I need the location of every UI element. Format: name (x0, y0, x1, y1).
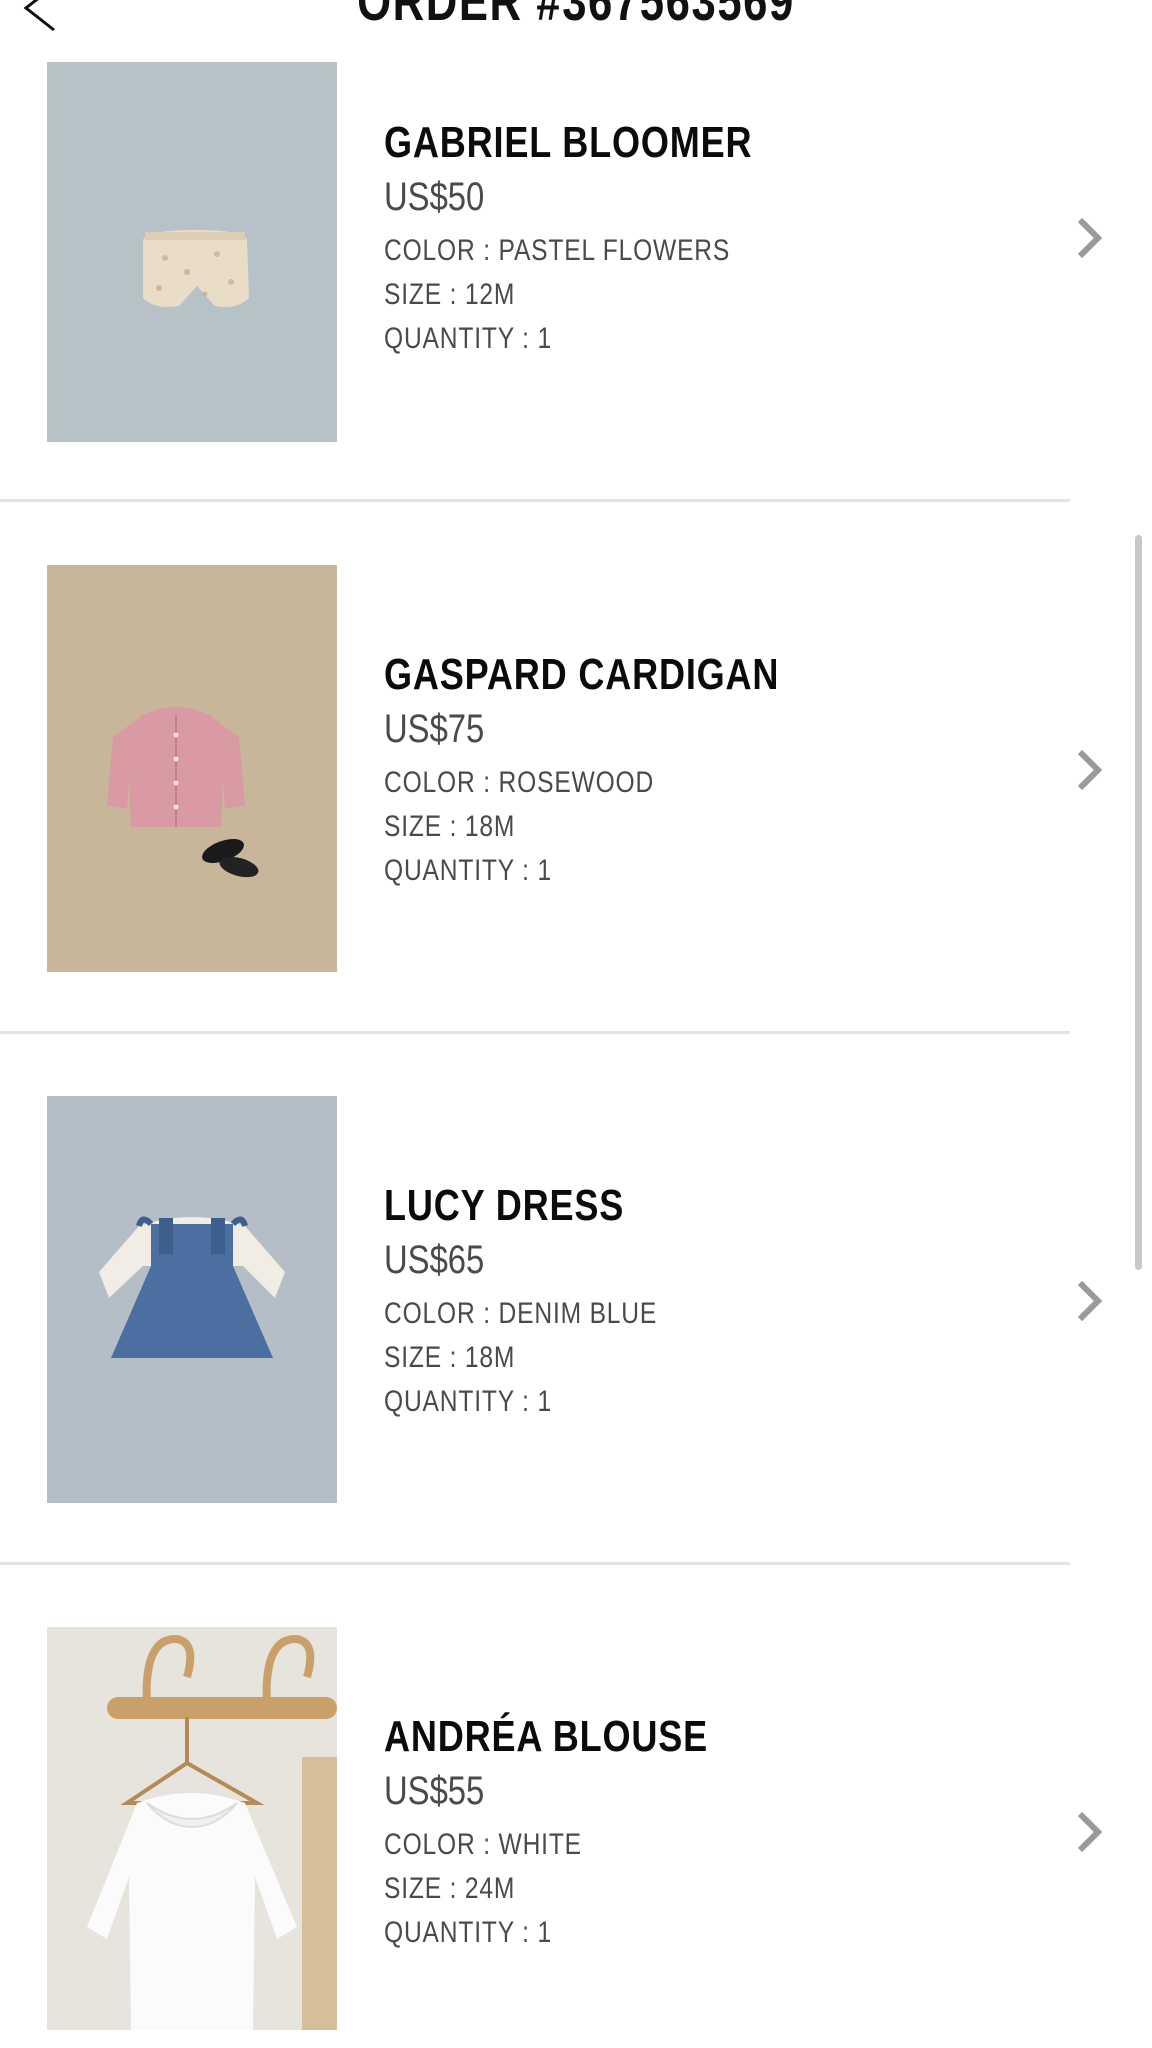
order-item-andrea-blouse[interactable]: ANDRÉA BLOUSE US$55 COLOR : WHITE SIZE :… (0, 1594, 1152, 2048)
back-button[interactable] (14, 0, 74, 38)
page-title: ORDER #367563569 (357, 0, 795, 32)
order-item-lucy-dress[interactable]: LUCY DRESS US$65 COLOR : DENIM BLUE SIZE… (0, 1063, 1152, 1595)
product-quantity: QUANTITY : 1 (384, 854, 552, 887)
product-price: US$65 (384, 1238, 485, 1282)
product-color: COLOR : DENIM BLUE (384, 1297, 658, 1330)
product-name: LUCY DRESS (384, 1181, 625, 1230)
divider (0, 499, 1070, 502)
product-color: COLOR : PASTEL FLOWERS (384, 234, 731, 267)
order-item-gaspard-cardigan[interactable]: GASPARD CARDIGAN US$75 COLOR : ROSEWOOD … (0, 532, 1152, 1064)
item-details: GABRIEL BLOOMER US$50 COLOR : PASTEL FLO… (384, 115, 833, 361)
product-quantity: QUANTITY : 1 (384, 1916, 552, 1949)
product-price: US$75 (384, 707, 485, 751)
order-item-gabriel-bloomer[interactable]: GABRIEL BLOOMER US$50 COLOR : PASTEL FLO… (0, 0, 1152, 532)
item-details: ANDRÉA BLOUSE US$55 COLOR : WHITE SIZE :… (384, 1709, 779, 1955)
product-color: COLOR : ROSEWOOD (384, 766, 655, 799)
chevron-right-icon (1077, 1280, 1103, 1322)
item-details: GASPARD CARDIGAN US$75 COLOR : ROSEWOOD … (384, 647, 866, 893)
item-details: LUCY DRESS US$65 COLOR : DENIM BLUE SIZE… (384, 1178, 717, 1424)
chevron-right-icon (1077, 217, 1103, 259)
product-name: ANDRÉA BLOUSE (384, 1712, 709, 1761)
product-color: COLOR : WHITE (384, 1828, 582, 1861)
product-size: SIZE : 18M (384, 1341, 516, 1374)
chevron-right-icon (1077, 749, 1103, 791)
product-quantity: QUANTITY : 1 (384, 322, 552, 355)
product-quantity: QUANTITY : 1 (384, 1385, 552, 1418)
divider (0, 1562, 1070, 1565)
product-image (47, 62, 337, 442)
product-image (47, 1096, 337, 1503)
product-name: GASPARD CARDIGAN (384, 650, 780, 699)
product-name: GABRIEL BLOOMER (384, 118, 753, 167)
product-size: SIZE : 12M (384, 278, 516, 311)
product-price: US$50 (384, 175, 485, 219)
product-image (47, 1627, 337, 2030)
chevron-right-icon (1077, 1811, 1103, 1853)
scrollbar[interactable] (1135, 535, 1142, 1270)
product-price: US$55 (384, 1769, 485, 1813)
product-size: SIZE : 24M (384, 1872, 516, 1905)
product-size: SIZE : 18M (384, 810, 516, 843)
order-header: ORDER #367563569 (0, 0, 1152, 50)
product-image (47, 565, 337, 972)
divider (0, 1031, 1070, 1034)
back-arrow-icon (23, 0, 55, 32)
